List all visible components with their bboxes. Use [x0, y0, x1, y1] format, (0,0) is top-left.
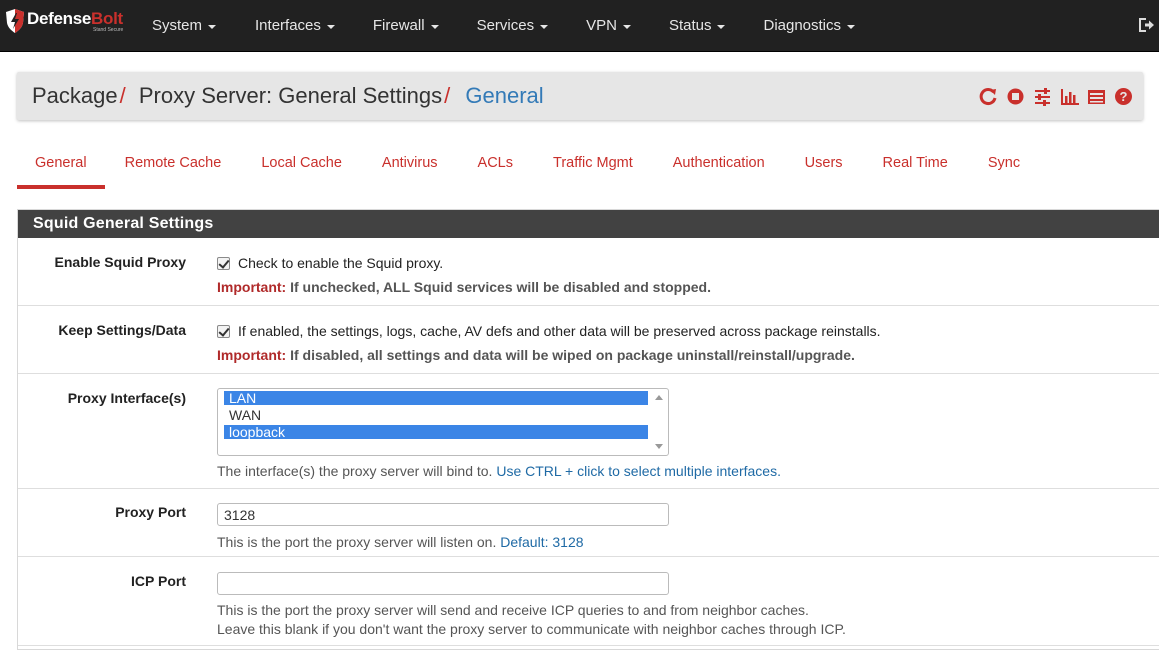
brand-name: DefenseBolt	[27, 9, 123, 28]
restart-service-icon[interactable]	[979, 87, 998, 106]
caret-down-icon	[208, 25, 217, 29]
caret-down-icon	[326, 25, 335, 29]
proxy-port-label: Proxy Port	[115, 504, 186, 520]
logout-icon[interactable]	[1137, 16, 1155, 34]
nav-diagnostics[interactable]: Diagnostics	[741, 0, 871, 52]
caret-down-icon	[622, 25, 631, 29]
proxy-port-input[interactable]	[217, 503, 669, 526]
caret-down-icon	[430, 25, 439, 29]
nav-firewall[interactable]: Firewall	[351, 0, 455, 52]
icp-port-help-line1: This is the port the proxy server will s…	[217, 602, 809, 618]
breadcrumb: Package/ Proxy Server: General Settings/…	[32, 83, 544, 109]
tab-users[interactable]: Users	[785, 142, 863, 189]
main-menu: System Interfaces Firewall Services VPN …	[136, 0, 871, 52]
brand-logo[interactable]: DefenseBolt Stand Secure	[6, 9, 123, 43]
brand-tagline: Stand Secure	[93, 27, 124, 33]
proxy-interfaces-select[interactable]: LAN WAN loopback	[217, 388, 669, 456]
nav-services[interactable]: Services	[455, 0, 565, 52]
listbox-scrollbar[interactable]	[654, 391, 666, 453]
proxy-port-row: Proxy Port This is the port the proxy se…	[18, 489, 1159, 557]
nav-system[interactable]: System	[136, 0, 232, 52]
enable-squid-row: Enable Squid Proxy Check to enable the S…	[18, 238, 1159, 306]
icp-port-input[interactable]	[217, 572, 669, 595]
tab-general[interactable]: General	[17, 142, 105, 189]
enable-squid-label: Enable Squid Proxy	[54, 254, 186, 270]
breadcrumb-separator: /	[444, 83, 451, 108]
icp-port-help-line2: Leave this blank if you don't want the p…	[217, 621, 846, 637]
breadcrumb-proxy-server[interactable]: Proxy Server: General Settings	[139, 83, 442, 108]
help-icon[interactable]: ?	[1114, 87, 1133, 106]
breadcrumb-bar: Package/ Proxy Server: General Settings/…	[17, 72, 1143, 120]
svg-text:?: ?	[1120, 89, 1128, 104]
tab-sync[interactable]: Sync	[968, 142, 1040, 189]
panel-title: Squid General Settings	[18, 210, 1159, 238]
proxy-interfaces-row: Proxy Interface(s) LAN WAN loopback The …	[18, 374, 1159, 489]
nav-status[interactable]: Status	[647, 0, 742, 52]
tab-acls[interactable]: ACLs	[458, 142, 533, 189]
scroll-down-icon[interactable]	[655, 444, 663, 449]
tab-remote-cache[interactable]: Remote Cache	[105, 142, 242, 189]
squid-general-settings-panel: Squid General Settings Enable Squid Prox…	[17, 209, 1159, 650]
nav-interfaces[interactable]: Interfaces	[232, 0, 351, 52]
tab-traffic-mgmt[interactable]: Traffic Mgmt	[533, 142, 653, 189]
tab-real-time[interactable]: Real Time	[863, 142, 968, 189]
keep-settings-label: Keep Settings/Data	[58, 322, 186, 338]
settings-sliders-icon[interactable]	[1033, 87, 1052, 106]
proxy-port-help: This is the port the proxy server will l…	[217, 534, 584, 550]
breadcrumb-general[interactable]: General	[465, 83, 543, 108]
breadcrumb-package[interactable]: Package	[32, 83, 118, 108]
enable-squid-text: Check to enable the Squid proxy.	[238, 255, 444, 271]
service-icons: ?	[979, 87, 1133, 106]
tab-local-cache[interactable]: Local Cache	[241, 142, 362, 189]
icp-port-row: ICP Port This is the port the proxy serv…	[18, 557, 1159, 646]
caret-down-icon	[717, 25, 726, 29]
proxy-interfaces-help: The interface(s) the proxy server will b…	[217, 463, 781, 479]
keep-settings-row: Keep Settings/Data If enabled, the setti…	[18, 306, 1159, 374]
enable-squid-important: Important: If unchecked, ALL Squid servi…	[217, 279, 711, 295]
stop-service-icon[interactable]	[1006, 87, 1025, 106]
tab-antivirus[interactable]: Antivirus	[362, 142, 458, 189]
settings-tabs: General Remote Cache Local Cache Antivir…	[17, 142, 1040, 189]
caret-down-icon	[847, 25, 856, 29]
scroll-up-icon[interactable]	[655, 395, 663, 400]
tab-authentication[interactable]: Authentication	[653, 142, 785, 189]
keep-settings-text: If enabled, the settings, logs, cache, A…	[238, 323, 881, 339]
nav-vpn[interactable]: VPN	[564, 0, 647, 52]
caret-down-icon	[540, 25, 549, 29]
log-icon[interactable]	[1087, 87, 1106, 106]
top-navbar: DefenseBolt Stand Secure System Interfac…	[0, 0, 1159, 52]
interface-option-loopback[interactable]: loopback	[224, 425, 648, 440]
interface-option-wan[interactable]: WAN	[224, 408, 648, 423]
interface-option-lan[interactable]: LAN	[224, 391, 648, 406]
shield-logo-icon	[6, 9, 24, 33]
keep-settings-checkbox[interactable]	[217, 324, 230, 338]
chart-icon[interactable]	[1060, 87, 1079, 106]
enable-squid-checkbox[interactable]	[217, 256, 230, 270]
breadcrumb-separator: /	[119, 83, 126, 108]
icp-port-label: ICP Port	[131, 573, 186, 589]
proxy-interfaces-label: Proxy Interface(s)	[67, 390, 186, 406]
keep-settings-important: Important: If disabled, all settings and…	[217, 347, 855, 363]
